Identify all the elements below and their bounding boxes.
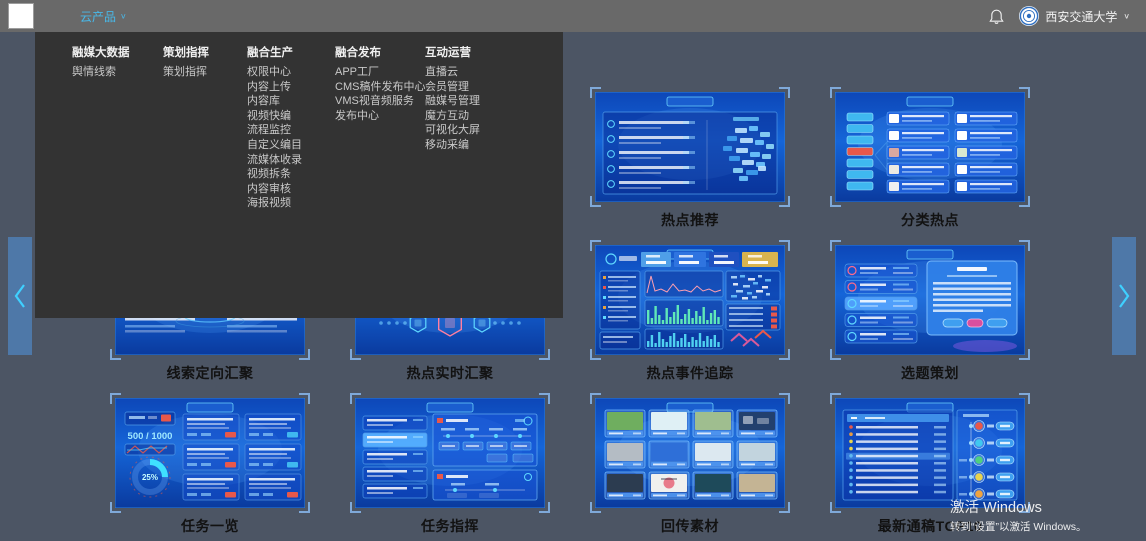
menu-column-2: 策划指挥策划指挥 — [163, 46, 247, 318]
cloud-products-label: 云产品 — [80, 8, 116, 25]
menu-item[interactable]: 发布中心 — [335, 109, 425, 124]
gallery-tile-hotspot-recommend[interactable]: 热点推荐 — [590, 87, 790, 230]
tile-screenshot — [355, 398, 545, 508]
menu-column-header: 策划指挥 — [163, 46, 247, 60]
tile-screenshot — [595, 245, 785, 355]
menu-item[interactable]: 融媒号管理 — [425, 94, 525, 109]
tile-frame — [350, 393, 550, 513]
menu-item[interactable]: 流程监控 — [247, 123, 335, 138]
chevron-right-icon — [1117, 283, 1131, 309]
menu-item[interactable]: 流媒体收录 — [247, 153, 335, 168]
carousel-next-button[interactable] — [1112, 237, 1136, 355]
menu-item[interactable]: 可视化大屏 — [425, 123, 525, 138]
carousel-prev-button[interactable] — [8, 237, 32, 355]
menu-item[interactable]: 内容审核 — [247, 182, 335, 197]
chevron-left-icon — [13, 283, 27, 309]
tile-label: 任务一览 — [110, 516, 310, 536]
menu-item[interactable]: 舆情线索 — [72, 65, 163, 80]
tile-screenshot: 500 / 1000 25% — [115, 398, 305, 508]
gallery-tile-topic-planning[interactable]: 选题策划 — [830, 240, 1030, 383]
tile-thumbnail — [595, 245, 785, 355]
menu-column-header: 融合生产 — [247, 46, 335, 60]
gallery-tile-task-command[interactable]: 任务指挥 — [350, 393, 550, 536]
menu-item[interactable]: 移动采编 — [425, 138, 525, 153]
tile-frame — [830, 240, 1030, 360]
menu-column-3: 融合生产权限中心内容上传内容库视频快编流程监控自定义编目流媒体收录视频拆条内容审… — [247, 46, 335, 318]
avatar — [1019, 6, 1039, 26]
tile-screenshot — [835, 398, 1025, 508]
menu-item[interactable]: 内容库 — [247, 94, 335, 109]
gallery-tile-task-overview[interactable]: 500 / 1000 25% 任务一览 — [110, 393, 310, 536]
user-name-label: 西安交通大学 — [1045, 8, 1117, 25]
tile-frame — [590, 87, 790, 207]
menu-item[interactable]: 直播云 — [425, 65, 525, 80]
tile-label: 热点实时汇聚 — [350, 363, 550, 383]
topbar-right-group: 西安交通大学 ∨ — [989, 6, 1130, 26]
menu-item[interactable]: 自定义编目 — [247, 138, 335, 153]
tile-thumbnail — [595, 92, 785, 202]
tile-frame: 500 / 1000 25% — [110, 393, 310, 513]
tile-thumbnail — [355, 398, 545, 508]
tile-screenshot — [835, 92, 1025, 202]
watermark-line2: 转到“设置”以激活 Windows。 — [950, 519, 1087, 534]
menu-item[interactable]: 权限中心 — [247, 65, 335, 80]
chevron-down-icon: ∨ — [120, 12, 127, 20]
watermark-line1: 激活 Windows — [950, 496, 1087, 517]
dropdown-columns: 融媒大数据舆情线索策划指挥策划指挥融合生产权限中心内容上传内容库视频快编流程监控… — [72, 46, 525, 318]
tile-label: 热点推荐 — [590, 210, 790, 230]
menu-column-5: 互动运营直播云会员管理融媒号管理魔方互动可视化大屏移动采编 — [425, 46, 525, 318]
app-logo[interactable] — [8, 3, 34, 29]
menu-item[interactable]: 会员管理 — [425, 80, 525, 95]
tile-label: 线索定向汇聚 — [110, 363, 310, 383]
menu-item[interactable]: 内容上传 — [247, 80, 335, 95]
tile-frame — [590, 393, 790, 513]
windows-activation-watermark: 激活 Windows 转到“设置”以激活 Windows。 — [950, 496, 1087, 534]
tile-thumbnail — [835, 398, 1025, 508]
tile-screenshot — [835, 245, 1025, 355]
tile-label: 选题策划 — [830, 363, 1030, 383]
menu-column-1: 融媒大数据舆情线索 — [72, 46, 163, 318]
tile-label: 热点事件追踪 — [590, 363, 790, 383]
chevron-down-icon: ∨ — [1123, 12, 1130, 20]
user-account-menu[interactable]: 西安交通大学 ∨ — [1019, 6, 1130, 26]
tile-screenshot — [595, 398, 785, 508]
menu-column-4: 融合发布 APP工厂CMS稿件发布中心VMS视音频服务发布中心 — [335, 46, 425, 318]
tile-frame — [830, 393, 1030, 513]
menu-item[interactable]: APP工厂 — [335, 65, 425, 80]
menu-item[interactable]: CMS稿件发布中心 — [335, 80, 425, 95]
svg-text:500 / 1000: 500 / 1000 — [128, 431, 173, 442]
menu-item[interactable]: 视频快编 — [247, 109, 335, 124]
tile-screenshot — [595, 92, 785, 202]
gallery-tile-material-return[interactable]: 回传素材 — [590, 393, 790, 536]
menu-column-header: 融合发布 — [335, 46, 425, 60]
tile-label: 回传素材 — [590, 516, 790, 536]
menu-column-header: 互动运营 — [425, 46, 525, 60]
tile-label: 分类热点 — [830, 210, 1030, 230]
gallery-tile-category-hotspot[interactable]: 分类热点 — [830, 87, 1030, 230]
tile-thumbnail — [835, 92, 1025, 202]
tile-thumbnail — [835, 245, 1025, 355]
svg-text:25%: 25% — [142, 473, 158, 482]
notification-bell-icon[interactable] — [989, 8, 1004, 25]
tile-thumbnail — [595, 398, 785, 508]
tile-label: 任务指挥 — [350, 516, 550, 536]
top-nav-bar: 云产品 ∨ 西安交通大学 ∨ — [0, 0, 1146, 32]
tile-frame — [590, 240, 790, 360]
cloud-products-dropdown: 融媒大数据舆情线索策划指挥策划指挥融合生产权限中心内容上传内容库视频快编流程监控… — [35, 32, 563, 318]
menu-item[interactable]: 魔方互动 — [425, 109, 525, 124]
menu-item[interactable]: 视频拆条 — [247, 167, 335, 182]
menu-item[interactable]: 海报视频 — [247, 196, 335, 211]
gallery-tile-event-tracking[interactable]: 热点事件追踪 — [590, 240, 790, 383]
cloud-products-menu-trigger[interactable]: 云产品 ∨ — [80, 8, 127, 25]
menu-item[interactable]: 策划指挥 — [163, 65, 247, 80]
tile-thumbnail: 500 / 1000 25% — [115, 398, 305, 508]
menu-item[interactable]: VMS视音频服务 — [335, 94, 425, 109]
tile-frame — [830, 87, 1030, 207]
menu-column-header: 融媒大数据 — [72, 46, 163, 60]
